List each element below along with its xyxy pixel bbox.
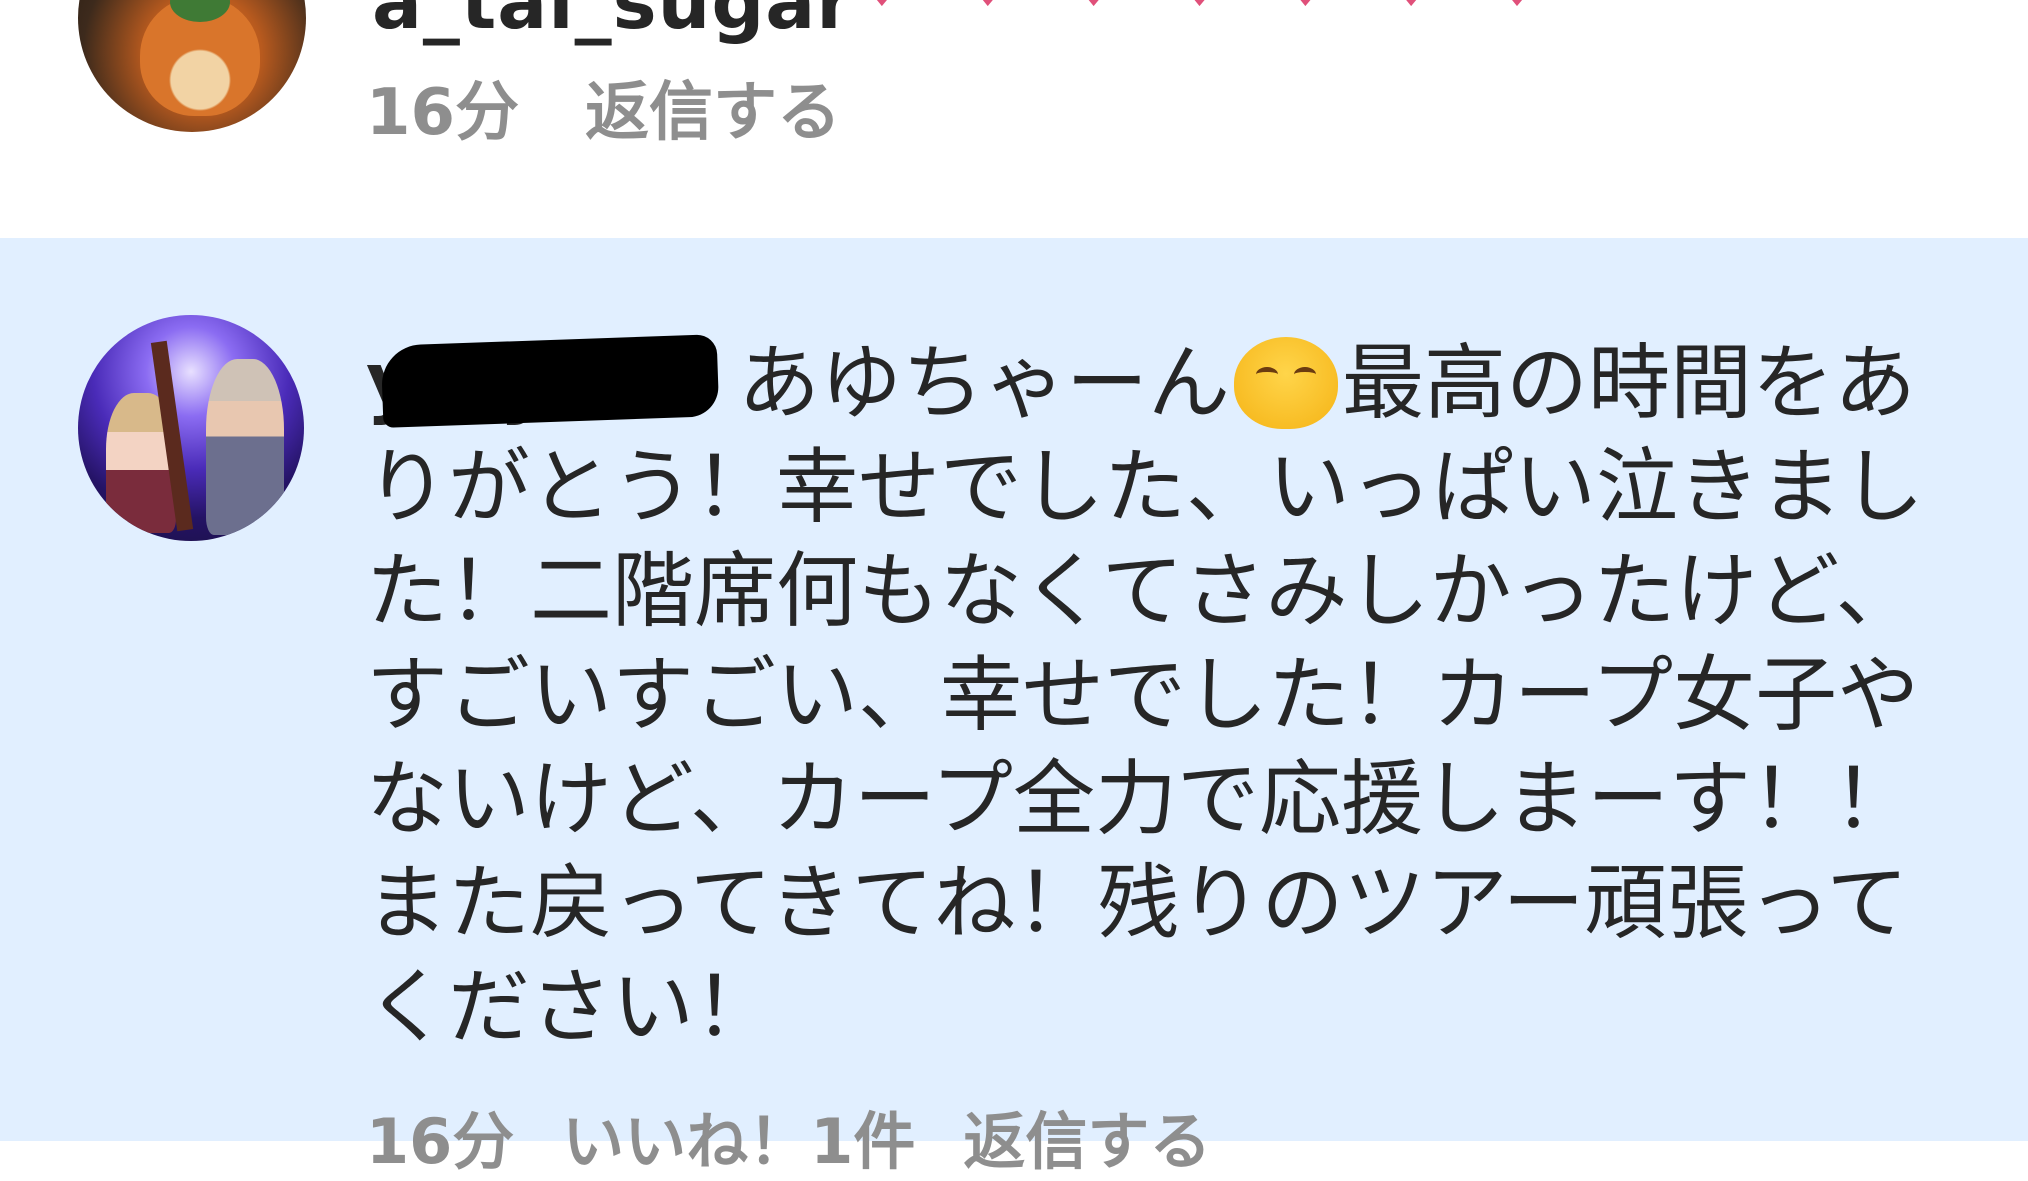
user-avatar[interactable] — [78, 0, 306, 132]
comment-meta: 16分 返信する — [366, 64, 841, 150]
reply-button[interactable]: 返信する — [963, 1091, 1211, 1181]
comment-body: あゆちゃーん 最高の時間をありがとう！幸せでした、いっぱい泣きました！二階席何もな… — [366, 332, 1966, 1060]
avatar-person-shape — [206, 359, 284, 535]
comment-timestamp: 16分 — [366, 1105, 515, 1178]
comment-username[interactable]: a_tai_sugar — [372, 0, 854, 46]
comment-timestamp: 16分 — [366, 76, 520, 150]
heart-emoji-row: ♥♥♥♥♥♥♥ — [864, 0, 1605, 16]
comment-text-part: 最高の時間をありがとう！幸せでした、いっぱい泣きました！二階席何もなくてさみしか… — [366, 336, 1925, 1055]
user-avatar[interactable] — [78, 315, 304, 541]
likes-count-link[interactable]: いいね！1件 — [562, 1091, 915, 1181]
comment-item-previous: a_tai_sugar ♥♥♥♥♥♥♥ 16分 返信する — [0, 0, 2028, 238]
reply-button[interactable]: 返信する — [585, 61, 841, 153]
comment-text-part: あゆちゃーん — [738, 336, 1231, 431]
smiling-face-icon — [1234, 337, 1339, 429]
comment-meta: 16分 いいね！1件 返信する — [366, 1096, 1211, 1178]
